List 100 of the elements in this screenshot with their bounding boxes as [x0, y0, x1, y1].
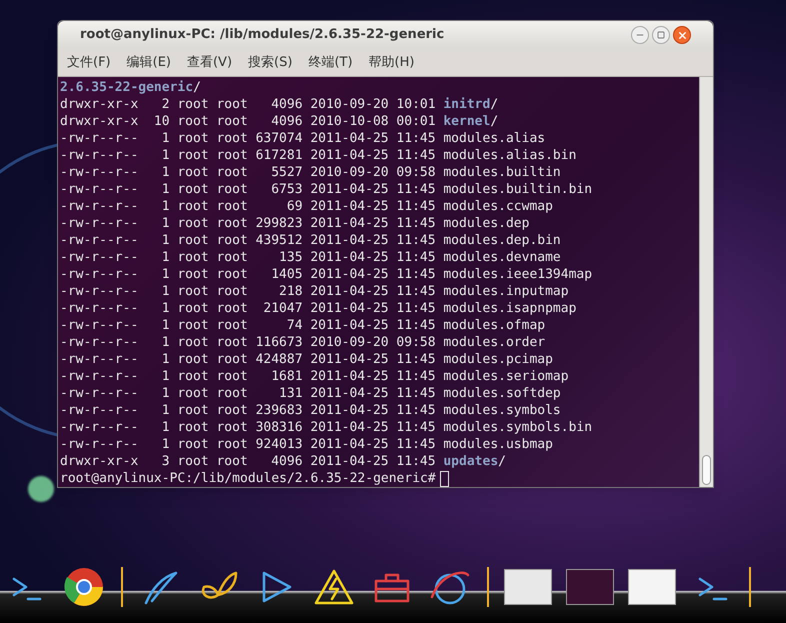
size-text: 21047	[262, 300, 303, 317]
close-button[interactable]	[673, 26, 691, 44]
menu-item[interactable]: 查看(V)	[186, 52, 232, 72]
size-text: 924013	[256, 436, 303, 453]
permissions-text: -rw-r--r--	[60, 300, 138, 317]
link-count-text: 3	[160, 453, 170, 470]
permissions-text: -rw-r--r--	[60, 164, 138, 181]
time-text: 10:01	[396, 96, 436, 113]
file-name: modules.alias.bin	[443, 147, 576, 164]
group-text: root	[216, 351, 248, 368]
menu-item[interactable]: 文件(F)	[67, 52, 111, 72]
time-text: 11:45	[396, 385, 436, 402]
window-thumbnail[interactable]	[504, 569, 552, 605]
link-count-text: 1	[160, 334, 170, 351]
size-text: 116673	[256, 334, 303, 351]
separator-icon	[486, 567, 490, 607]
menu-item[interactable]: 终端(T)	[308, 52, 353, 72]
link-count-text: 10	[152, 113, 170, 130]
file-name: modules.symbols	[443, 402, 561, 419]
permissions-text: -rw-r--r--	[60, 419, 138, 436]
scrollbar-thumb[interactable]	[702, 455, 711, 485]
time-text: 11:45	[396, 130, 436, 147]
link-count-text: 1	[160, 232, 170, 249]
group-text: root	[216, 266, 248, 283]
group-text: root	[216, 385, 248, 402]
date-text: 2011-04-25	[310, 453, 389, 470]
file-name: modules.dep.bin	[443, 232, 561, 249]
group-text: root	[216, 453, 248, 470]
permissions-text: -rw-r--r--	[60, 266, 138, 283]
group-text: root	[216, 113, 248, 130]
file-name: modules.dep	[443, 215, 530, 232]
group-text: root	[216, 368, 248, 385]
date-text: 2011-04-25	[310, 198, 389, 215]
date-text: 2011-04-25	[310, 419, 389, 436]
file-name: modules.inputmap	[443, 283, 569, 300]
permissions-text: -rw-r--r--	[60, 215, 138, 232]
size-text: 131	[278, 385, 303, 402]
size-text: 4096	[270, 453, 303, 470]
file-name: modules.usbmap	[443, 436, 553, 453]
permissions-text: -rw-r--r--	[60, 317, 138, 334]
time-text: 11:45	[396, 266, 436, 283]
owner-text: root	[177, 385, 209, 402]
slash-text: /	[193, 79, 201, 96]
separator-icon	[748, 567, 752, 607]
menu-item[interactable]: 搜索(S)	[248, 52, 292, 72]
size-text: 617281	[256, 147, 303, 164]
time-text: 11:45	[396, 436, 436, 453]
link-count-text: 1	[160, 283, 170, 300]
date-text: 2011-04-25	[310, 385, 389, 402]
maximize-button[interactable]	[652, 26, 670, 44]
slash-text: /	[490, 96, 498, 113]
window-thumbnail[interactable]	[628, 569, 676, 605]
owner-text: root	[177, 436, 209, 453]
time-text: 11:45	[396, 249, 436, 266]
size-text: 439512	[256, 232, 303, 249]
globe-icon[interactable]	[62, 565, 106, 609]
time-text: 11:45	[396, 317, 436, 334]
file-name: modules.softdep	[443, 385, 561, 402]
file-name: modules.seriomap	[443, 368, 569, 385]
group-text: root	[216, 317, 248, 334]
owner-text: root	[177, 283, 209, 300]
link-count-text: 1	[160, 130, 170, 147]
group-text: root	[216, 96, 248, 113]
owner-text: root	[177, 419, 209, 436]
size-text: 6753	[270, 181, 303, 198]
date-text: 2011-04-25	[310, 181, 389, 198]
file-name: modules.alias	[443, 130, 546, 147]
size-text: 4096	[270, 113, 303, 130]
permissions-text: -rw-r--r--	[60, 436, 138, 453]
date-text: 2011-04-25	[310, 351, 389, 368]
window-thumbnail[interactable]	[566, 569, 614, 605]
owner-text: root	[177, 300, 209, 317]
group-text: root	[216, 164, 248, 181]
date-text: 2011-04-25	[310, 436, 389, 453]
group-text: root	[216, 300, 248, 317]
size-text: 69	[286, 198, 303, 215]
date-text: 2011-04-25	[310, 300, 389, 317]
link-count-text: 1	[160, 249, 170, 266]
permissions-text: -rw-r--r--	[60, 181, 138, 198]
owner-text: root	[177, 198, 209, 215]
size-text: 218	[278, 283, 303, 300]
slash-text: /	[490, 113, 498, 130]
link-count-text: 1	[160, 317, 170, 334]
time-text: 11:45	[396, 198, 436, 215]
size-text: 5527	[270, 164, 303, 181]
group-text: root	[216, 215, 248, 232]
owner-text: root	[177, 96, 209, 113]
time-text: 11:45	[396, 300, 436, 317]
menu-item[interactable]: 帮助(H)	[368, 52, 414, 72]
group-text: root	[216, 334, 248, 351]
owner-text: root	[177, 181, 209, 198]
menu-item[interactable]: 编辑(E)	[126, 52, 171, 72]
group-text: root	[216, 130, 248, 147]
owner-text: root	[177, 368, 209, 385]
text-cursor	[440, 470, 449, 486]
size-text: 239683	[256, 402, 303, 419]
owner-text: root	[177, 266, 209, 283]
group-text: root	[216, 249, 248, 266]
owner-text: root	[177, 215, 209, 232]
link-count-text: 1	[160, 436, 170, 453]
